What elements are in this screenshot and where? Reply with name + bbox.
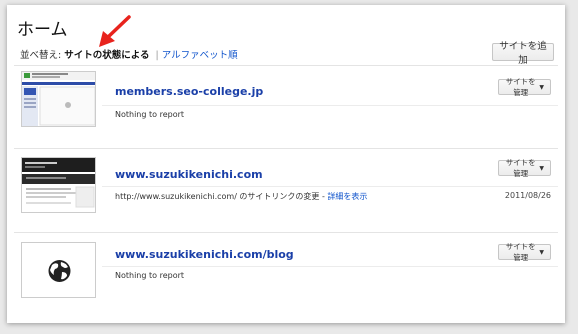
site-status: Nothing to report: [115, 271, 184, 280]
manage-site-button[interactable]: サイトを管理 ▼: [498, 242, 551, 262]
sort-alphabetical-link[interactable]: アルファベット順: [162, 50, 238, 61]
site-thumbnail[interactable]: [21, 242, 96, 298]
manage-site-label: サイトを管理: [505, 158, 536, 178]
page-title: ホーム: [17, 20, 68, 40]
sort-current: サイトの状態による: [64, 50, 150, 61]
details-link[interactable]: 詳細を表示: [327, 192, 367, 201]
row-divider: [102, 186, 558, 187]
site-link[interactable]: members.seo-college.jp: [115, 85, 263, 98]
row-divider: [102, 105, 558, 106]
main-panel: ホーム 並べ替え: サイトの状態による | アルファベット順 サイトを追加 mem…: [7, 5, 565, 323]
manage-site-label: サイトを管理: [505, 77, 536, 97]
message-date: 2011/08/26: [504, 191, 551, 200]
status-text: Nothing to report: [115, 271, 185, 280]
sort-separator: |: [155, 50, 159, 61]
site-preview-image: [22, 72, 95, 126]
site-preview-image: [22, 158, 95, 208]
globe-icon: [48, 260, 71, 282]
site-link[interactable]: www.suzukikenichi.com: [115, 168, 263, 181]
chevron-down-icon: ▼: [539, 83, 544, 91]
site-status: http://www.suzukikenichi.com/ のサイトリンクの変更…: [115, 191, 367, 202]
manage-site-button[interactable]: サイトを管理 ▼: [498, 158, 551, 178]
site-thumbnail[interactable]: [21, 157, 96, 213]
site-link[interactable]: www.suzukikenichi.com/blog: [115, 248, 294, 261]
add-site-button[interactable]: サイトを追加: [492, 41, 554, 66]
sort-bar: 並べ替え: サイトの状態による | アルファベット順: [20, 47, 238, 61]
site-status: Nothing to report: [115, 110, 184, 119]
divider: [14, 65, 558, 66]
manage-site-label: サイトを管理: [505, 242, 536, 262]
status-text: Nothing to report: [115, 110, 185, 119]
sort-label: 並べ替え:: [20, 50, 62, 61]
red-arrow-annotation: [99, 15, 131, 47]
row-divider: [102, 266, 558, 267]
chevron-down-icon: ▼: [539, 248, 544, 256]
manage-site-button[interactable]: サイトを管理 ▼: [498, 77, 551, 97]
status-text: http://www.suzukikenichi.com/ のサイトリンクの変更…: [115, 192, 328, 201]
site-thumbnail[interactable]: [21, 71, 96, 127]
divider: [14, 148, 558, 149]
chevron-down-icon: ▼: [539, 164, 544, 172]
divider: [14, 232, 558, 233]
